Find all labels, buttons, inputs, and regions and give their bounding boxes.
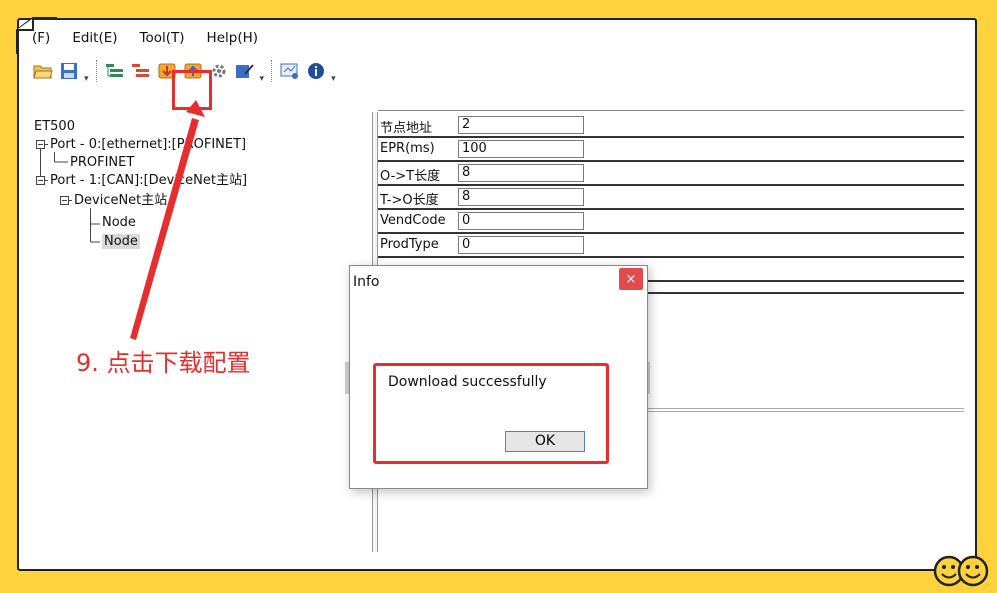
property-grid-top-border <box>378 110 964 111</box>
property-input[interactable]: 8 <box>458 188 584 206</box>
property-input[interactable]: 0 <box>458 236 584 254</box>
close-icon[interactable]: × <box>619 268 643 290</box>
property-row-node-address: 节点地址 2 <box>378 114 964 138</box>
edit-pen-icon[interactable] <box>234 60 256 82</box>
property-input[interactable]: 100 <box>458 140 584 158</box>
smiley-faces-icon <box>933 555 989 587</box>
menu-bar: (F) Edit(E) Tool(T) Help(H) <box>28 26 262 50</box>
property-input[interactable]: 2 <box>458 116 584 134</box>
property-label: VendCode <box>380 213 446 228</box>
property-row-ot-length: O->T长度 8 <box>378 162 964 186</box>
download-button-highlight <box>172 70 212 110</box>
toolbar: ▾ ▾ ▾ <box>16 54 960 88</box>
save-icon[interactable] <box>58 60 80 82</box>
toolbar-overflow-icon[interactable]: ▾ <box>84 74 89 88</box>
property-row-prodtype: ProdType 0 <box>378 234 964 258</box>
toolbar-separator <box>271 60 273 82</box>
toolbar-separator <box>95 60 97 82</box>
property-label: T->O长度 <box>380 193 439 208</box>
property-label: EPR(ms) <box>380 141 435 156</box>
menu-edit[interactable]: Edit(E) <box>68 28 121 48</box>
background-button-edge <box>648 362 650 394</box>
tree-port0-child[interactable]: PROFINET <box>70 154 134 172</box>
tree-port1-child[interactable]: DeviceNet主站 <box>74 192 167 210</box>
dialog-title: Info <box>353 274 380 290</box>
property-row-to-length: T->O长度 8 <box>378 186 964 210</box>
property-input[interactable]: 0 <box>458 212 584 230</box>
add-device-icon[interactable] <box>104 60 126 82</box>
property-label: 节点地址 <box>380 121 433 136</box>
delete-device-icon[interactable] <box>130 60 152 82</box>
monitor-icon[interactable] <box>279 60 301 82</box>
tree-node-2[interactable]: Node <box>102 233 140 251</box>
tree-port1[interactable]: Port - 1:[CAN]:[DeviceNet主站] <box>50 172 247 190</box>
toolbar-overflow-icon[interactable]: ▾ <box>260 74 265 88</box>
property-label: ProdType <box>380 237 439 252</box>
tree-node-2-label: Node <box>102 234 140 249</box>
property-input[interactable]: 8 <box>458 164 584 182</box>
property-label: O->T长度 <box>380 169 441 184</box>
tree-port0[interactable]: Port - 0:[ethernet]:[PROFINET] <box>50 136 246 154</box>
info-icon[interactable] <box>305 60 327 82</box>
open-folder-icon[interactable] <box>32 60 54 82</box>
dialog-message-highlight <box>373 363 609 464</box>
annotation-step-label: 9. 点击下载配置 <box>76 349 251 377</box>
property-row-vendcode: VendCode 0 <box>378 210 964 234</box>
menu-help[interactable]: Help(H) <box>203 28 262 48</box>
tree-node-1[interactable]: Node <box>102 214 136 232</box>
property-row-epr: EPR(ms) 100 <box>378 138 964 162</box>
page-fold-corner <box>16 17 57 54</box>
toolbar-overflow-icon[interactable]: ▾ <box>331 74 336 88</box>
menu-tool[interactable]: Tool(T) <box>136 28 189 48</box>
